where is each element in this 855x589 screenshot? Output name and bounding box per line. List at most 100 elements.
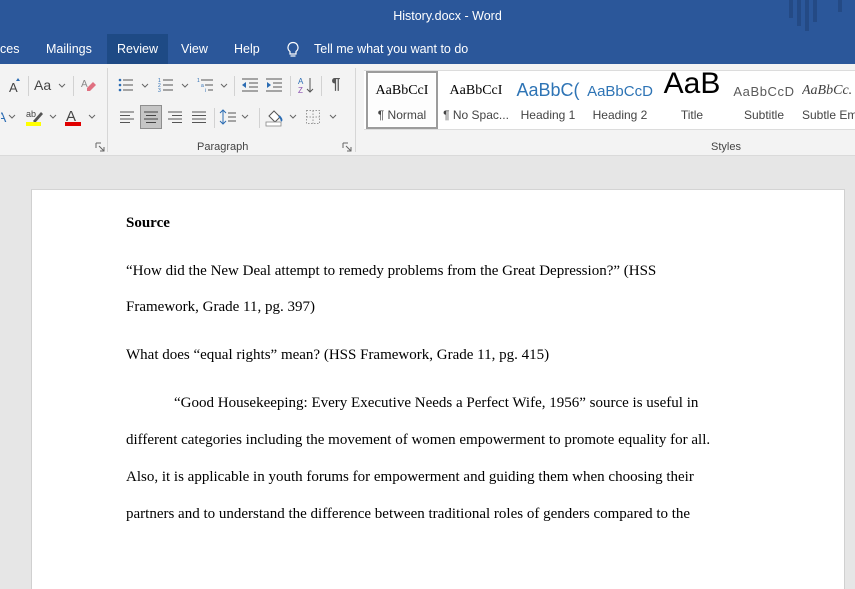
separator (290, 76, 291, 96)
font-color-button[interactable]: A (64, 106, 98, 128)
paragraph-body[interactable]: “Good Housekeeping: Every Executive Need… (126, 393, 751, 540)
line-spacing-button[interactable] (219, 106, 253, 128)
svg-text:i: i (205, 88, 206, 94)
text-line: What does “equal rights” mean? (HSS Fram… (126, 347, 550, 363)
decrease-indent-button[interactable] (239, 74, 261, 96)
heading-source[interactable]: Source (126, 213, 751, 233)
style-label: Subtle Em (802, 108, 855, 122)
highlight-color-button[interactable]: ab (25, 106, 59, 128)
text-line: Framework, Grade 11, pg. 397) (126, 299, 315, 315)
sort-az-icon: A Z (298, 77, 314, 94)
document-page[interactable]: Source “How did the New Deal attempt to … (31, 189, 845, 589)
svg-text:A: A (298, 77, 304, 86)
chevron-down-icon (329, 114, 337, 119)
heading-text: Source (126, 215, 170, 231)
highlighter-icon: ab (26, 109, 43, 126)
align-left-icon (120, 111, 134, 123)
decrease-indent-icon (242, 78, 258, 92)
style-label: Subtitle (743, 108, 785, 122)
tab-help[interactable]: Help (224, 34, 270, 64)
font-size-icon: A (9, 78, 20, 94)
paint-bucket-icon (265, 110, 283, 127)
style-heading-2[interactable]: AaBbCcD Heading 2 (584, 71, 656, 129)
group-separator (355, 68, 356, 152)
style-label: Heading 2 (592, 108, 648, 122)
borders-button[interactable] (305, 106, 339, 128)
chevron-down-icon (49, 114, 57, 119)
chevron-down-icon (58, 83, 66, 88)
title-bar: History.docx - Word (0, 0, 855, 34)
clear-formatting-button[interactable]: A (79, 74, 99, 96)
style-no-spacing[interactable]: AaBbCcI ¶ No Spac... (440, 71, 512, 129)
svg-text:Z: Z (298, 86, 303, 94)
align-left-button[interactable] (117, 106, 137, 128)
justify-button[interactable] (189, 106, 209, 128)
svg-text:A: A (9, 80, 18, 94)
change-case-label: Aa (34, 77, 52, 93)
styles-gallery: AaBbCcI ¶ Normal AaBbCcI ¶ No Spac... Aa… (364, 70, 855, 130)
svg-text:a: a (201, 83, 204, 89)
align-center-icon (144, 111, 158, 123)
paragraph-dialog-launcher-icon[interactable] (342, 142, 352, 152)
chevron-down-icon (88, 114, 96, 119)
style-label: Title (680, 108, 704, 122)
increase-indent-button[interactable] (263, 74, 285, 96)
paragraph-question-2[interactable]: What does “equal rights” mean? (HSS Fram… (126, 345, 751, 382)
font-dialog-launcher-icon[interactable] (95, 142, 105, 152)
group-separator (107, 68, 108, 152)
title-decoration (838, 0, 842, 12)
tab-references[interactable]: ces (0, 34, 29, 64)
paragraph-group-label: Paragraph (197, 141, 249, 153)
eraser-icon: A (81, 79, 96, 91)
numbering-button[interactable]: 1 2 3 (157, 74, 191, 96)
tab-mailings[interactable]: Mailings (36, 34, 102, 64)
chevron-down-icon (181, 83, 189, 88)
style-label: ¶ Normal (377, 108, 427, 122)
style-preview: AaBbCc. (802, 83, 853, 98)
shrink-font-button[interactable]: A (6, 74, 24, 96)
ribbon: A Aa A A ab A 1 2 3 1 a i A Z ¶ Paragrap… (0, 64, 855, 156)
svg-text:A: A (81, 79, 88, 90)
change-case-button[interactable]: Aa (34, 74, 68, 96)
text-line: partners and to understand the differenc… (126, 505, 691, 522)
style-label: ¶ No Spac... (443, 108, 509, 122)
chevron-down-icon (220, 83, 228, 88)
line-spacing-icon (219, 109, 236, 125)
text-line: Also, it is applicable in youth forums f… (126, 468, 694, 485)
shading-button[interactable] (265, 106, 299, 128)
multilevel-list-button[interactable]: 1 a i (196, 74, 230, 96)
pilcrow-icon: ¶ (331, 76, 341, 93)
style-preview: AaBbC( (516, 80, 580, 100)
style-preview: AaB (663, 71, 721, 100)
style-preview: AaBbCcD (733, 84, 795, 99)
document-area[interactable]: Source “How did the New Deal attempt to … (0, 157, 855, 589)
text-effects-button[interactable]: A (0, 106, 16, 128)
bullets-button[interactable] (117, 74, 151, 96)
title-decoration (813, 0, 817, 22)
borders-icon (306, 110, 320, 124)
sort-button[interactable]: A Z (295, 74, 317, 96)
style-heading-1[interactable]: AaBbC( Heading 1 (512, 71, 584, 129)
center-button[interactable] (140, 105, 162, 129)
separator (234, 76, 235, 96)
paragraph-question-1[interactable]: “How did the New Deal attempt to remedy … (126, 261, 751, 334)
align-right-button[interactable] (165, 106, 185, 128)
style-normal[interactable]: AaBbCcI ¶ Normal (366, 71, 438, 129)
separator (321, 76, 322, 96)
style-subtitle[interactable]: AaBbCcD Subtitle (728, 71, 800, 129)
separator (28, 76, 29, 96)
tab-review[interactable]: Review (107, 34, 168, 64)
numbering-icon: 1 2 3 (158, 78, 173, 94)
bullets-icon (118, 78, 133, 92)
tab-view[interactable]: View (171, 34, 218, 64)
svg-text:1: 1 (197, 78, 200, 84)
show-hide-button[interactable]: ¶ (326, 74, 346, 96)
separator (214, 108, 215, 128)
chevron-down-icon (289, 114, 297, 119)
separator (259, 108, 260, 128)
style-title[interactable]: AaB Title (656, 71, 728, 129)
title-decoration (789, 0, 793, 18)
style-subtle-emphasis[interactable]: AaBbCc. Subtle Em (800, 71, 855, 129)
chevron-down-icon (141, 83, 149, 88)
style-preview: AaBbCcD (587, 83, 653, 100)
